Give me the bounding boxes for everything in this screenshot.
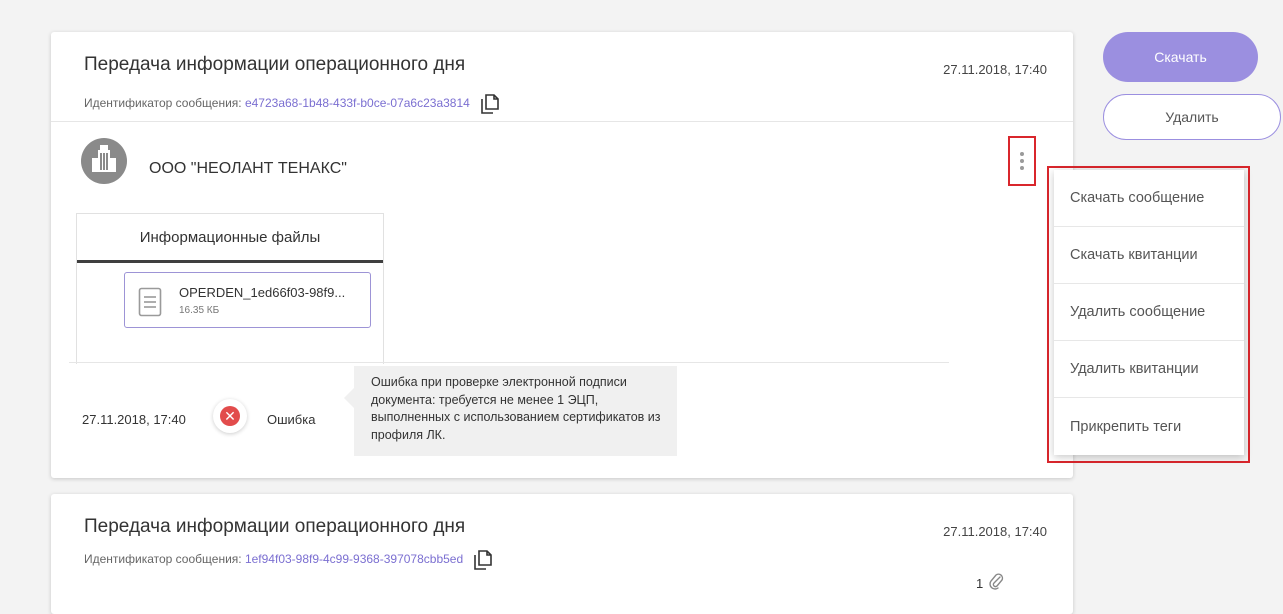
message-card: Передача информации операционного дня 27… [51, 494, 1073, 614]
context-menu: Скачать сообщение Скачать квитанции Удал… [1054, 170, 1244, 455]
message-title: Передача информации операционного дня [84, 516, 466, 537]
status-date: 27.11.2018, 17:40 [82, 412, 186, 427]
kebab-dot [1020, 166, 1024, 170]
menu-item-delete-message[interactable]: Удалить сообщение [1054, 284, 1244, 341]
copy-icon[interactable] [481, 94, 499, 114]
menu-item-delete-receipts[interactable]: Удалить квитанции [1054, 341, 1244, 398]
message-id-label: Идентификатор сообщения: [84, 96, 242, 111]
message-card: Передача информации операционного дня 27… [51, 32, 1073, 478]
menu-item-download-message[interactable]: Скачать сообщение [1054, 170, 1244, 227]
delete-button[interactable]: Удалить [1103, 94, 1281, 140]
message-id-value[interactable]: 1ef94f03-98f9-4c99-9368-397078cbb5ed [245, 552, 463, 566]
message-title: Передача информации операционного дня [84, 54, 466, 75]
file-name: OPERDEN_1ed66f03-98f9... [179, 285, 346, 300]
message-id-value[interactable]: e4723a68-1b48-433f-b0ce-07a6c23a3814 [245, 96, 470, 110]
message-id-row: Идентификатор сообщения: 1ef94f03-98f9-4… [84, 550, 493, 570]
header-divider [51, 121, 1073, 122]
files-panel: Информационные файлы OPERDEN_1ed66f03-98… [76, 213, 384, 364]
tab-information-files[interactable]: Информационные файлы [77, 214, 383, 263]
copy-icon[interactable] [474, 550, 493, 570]
message-date: 27.11.2018, 17:40 [943, 524, 1047, 539]
paperclip-icon[interactable] [988, 572, 1004, 595]
status-divider [69, 362, 949, 363]
error-tooltip: Ошибка при проверке электронной подписи … [344, 366, 677, 456]
message-date: 27.11.2018, 17:40 [943, 62, 1047, 77]
kebab-dot [1020, 159, 1024, 163]
document-icon [138, 287, 162, 322]
message-id-label: Идентификатор сообщения: [84, 552, 242, 567]
menu-item-download-receipts[interactable]: Скачать квитанции [1054, 227, 1244, 284]
more-menu-button[interactable] [1008, 136, 1036, 186]
attachments-count: 1 [976, 576, 984, 591]
building-icon [90, 144, 118, 179]
error-x-icon: ✕ [220, 406, 240, 426]
download-button[interactable]: Скачать [1103, 32, 1258, 82]
organization-name: ООО "НЕОЛАНТ ТЕНАКС" [149, 160, 347, 177]
file-size: 16.35 КБ [179, 305, 220, 316]
status-label: Ошибка [267, 412, 316, 427]
error-status-badge: ✕ [213, 399, 247, 433]
kebab-menu-icon [1020, 152, 1024, 156]
menu-item-attach-tags[interactable]: Прикрепить теги [1054, 398, 1244, 455]
org-avatar [81, 138, 127, 184]
file-item[interactable]: OPERDEN_1ed66f03-98f9... 16.35 КБ [124, 272, 371, 328]
message-id-row: Идентификатор сообщения: e4723a68-1b48-4… [84, 94, 499, 114]
